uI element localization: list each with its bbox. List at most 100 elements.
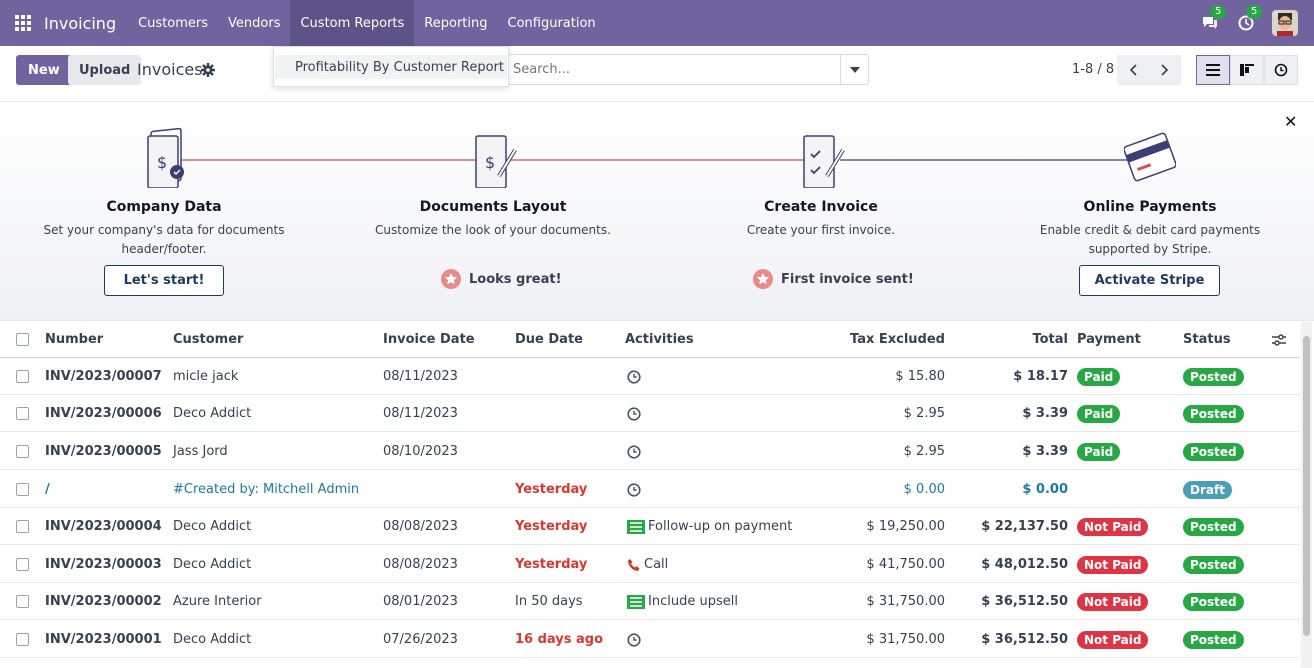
activities-badge: 5 [1246,5,1263,19]
activity-summary: Follow-up on payment [648,519,793,534]
activity-widget[interactable] [627,358,644,395]
lets-start-button[interactable]: Let's start! [104,265,224,296]
invoice-total: $ 3.39 [1022,444,1068,459]
table-row[interactable]: INV/2023/00002 Azure Interior 08/01/2023 In… [0,583,1300,620]
invoice-number: INV/2023/00003 [45,557,162,572]
apps-menu-icon[interactable] [0,0,46,46]
nav-custom-reports[interactable]: Custom Reports [290,0,415,46]
table-row[interactable]: INV/2023/00007 micle jack 08/11/2023 $ 15.8… [0,358,1300,395]
invoice-total: $ 3.39 [1022,406,1068,421]
step-done-label: Looks great! [469,271,562,287]
table-row[interactable]: INV/2023/00005 Jass Jord 08/10/2023 $ 2.95 $… [0,433,1300,470]
column-number[interactable]: Number [45,321,103,358]
phone-icon[interactable] [627,558,641,572]
upload-button[interactable]: Upload [68,55,142,85]
activate-stripe-button[interactable]: Activate Stripe [1079,265,1220,296]
activities-clock-icon[interactable]: 5 [1236,5,1263,33]
payment-status-cell: Not Paid [1077,508,1149,545]
column-payment[interactable]: Payment [1077,321,1141,358]
todo-list-icon[interactable] [627,594,645,609]
row-checkbox[interactable] [16,358,29,395]
status-badge: Posted [1183,555,1244,574]
invoice-number: / [45,482,50,497]
nav-vendors[interactable]: Vendors [218,0,290,46]
invoice-customer: Deco Addict [173,632,252,647]
table-row[interactable]: INV/2023/00003 Deco Addict 08/08/2023 Yeste… [0,546,1300,583]
activity-view-button[interactable] [1264,55,1298,85]
row-checkbox[interactable] [16,471,29,508]
search-input[interactable] [509,62,809,77]
column-customer[interactable]: Customer [173,321,243,358]
activity-clock-icon[interactable] [627,482,641,497]
payment-badge: Paid [1077,367,1121,386]
row-checkbox[interactable] [16,395,29,432]
invoice-total: $ 48,012.50 [981,557,1068,572]
select-all-checkbox[interactable] [16,321,29,358]
close-icon[interactable]: ✕ [1284,112,1297,131]
activity-clock-icon[interactable] [627,369,641,384]
pager-previous-button[interactable] [1117,55,1149,85]
activity-widget[interactable]: Include upsell [627,583,738,620]
pager-next-button[interactable] [1149,55,1181,85]
custom-reports-dropdown: Profitability By Customer Report [273,46,509,87]
status-badge: Posted [1183,630,1244,649]
table-row[interactable]: / #Created by: Mitchell Admin Yesterday $ 0… [0,471,1300,508]
list-view-button[interactable] [1196,55,1230,85]
row-checkbox[interactable] [16,583,29,620]
activity-clock-icon[interactable] [627,444,641,459]
invoice-tax-excluded: $ 15.80 [895,369,945,384]
table-row[interactable]: INV/2023/00006 Deco Addict 08/11/2023 $ 2.9… [0,395,1300,432]
invoice-customer: micle jack [173,369,239,384]
messages-icon[interactable]: 5 [1200,5,1227,33]
invoice-customer: Deco Addict [173,406,252,421]
search-bar[interactable] [508,54,869,85]
table-row[interactable]: INV/2023/00001 Deco Addict 07/26/2023 16 da… [0,621,1300,658]
pager-value[interactable]: 1-8 / 8 [1072,62,1114,77]
app-name[interactable]: Invoicing [44,14,116,33]
user-avatar[interactable] [1272,10,1298,36]
column-settings-icon[interactable] [1272,321,1286,358]
activity-clock-icon[interactable] [627,406,641,421]
activity-clock-icon[interactable] [627,632,641,647]
activity-widget[interactable] [627,621,644,658]
table-scrollbar[interactable] [1301,322,1312,668]
search-options-toggle[interactable] [840,55,868,84]
row-checkbox[interactable] [16,621,29,658]
status-cell: Posted [1183,358,1244,395]
row-checkbox[interactable] [16,433,29,470]
column-total[interactable]: Total [950,321,1068,358]
nav-customers[interactable]: Customers [128,0,218,46]
status-cell: Posted [1183,433,1244,470]
activity-widget[interactable]: Call [627,546,668,583]
row-checkbox[interactable] [16,546,29,583]
gear-icon[interactable] [201,63,215,77]
column-status[interactable]: Status [1183,321,1231,358]
step-title: Company Data [106,199,222,215]
column-activities[interactable]: Activities [625,321,694,358]
table-row[interactable]: INV/2023/00004 Deco Addict 08/08/2023 Yeste… [0,508,1300,545]
new-button[interactable]: New [16,55,72,85]
nav-configuration[interactable]: Configuration [498,0,606,46]
invoice-number: INV/2023/00002 [45,594,162,609]
activity-widget[interactable] [627,471,644,508]
nav-reporting[interactable]: Reporting [414,0,497,46]
activity-widget[interactable] [627,433,644,470]
row-checkbox[interactable] [16,508,29,545]
activity-widget[interactable]: Follow-up on payment [627,508,792,545]
step-description: Set your company's data for documents he… [43,223,285,256]
status-badge: Posted [1183,367,1244,386]
column-due-date[interactable]: Due Date [515,321,583,358]
invoice-customer: Azure Interior [173,594,262,609]
invoice-due-date: Yesterday [515,519,588,534]
invoice-number: INV/2023/00007 [45,369,162,384]
activity-summary: Call [644,557,669,572]
todo-list-icon[interactable] [627,519,645,534]
payment-status-cell: Paid [1077,433,1121,470]
menu-item-profitability-report[interactable]: Profitability By Customer Report [275,55,507,79]
column-invoice-date[interactable]: Invoice Date [383,321,475,358]
column-tax-excluded[interactable]: Tax Excluded [800,321,945,358]
activity-widget[interactable] [627,395,644,432]
invoice-date: 08/11/2023 [383,369,458,384]
kanban-view-button[interactable] [1230,55,1264,85]
invoice-total: $ 22,137.50 [981,519,1068,534]
